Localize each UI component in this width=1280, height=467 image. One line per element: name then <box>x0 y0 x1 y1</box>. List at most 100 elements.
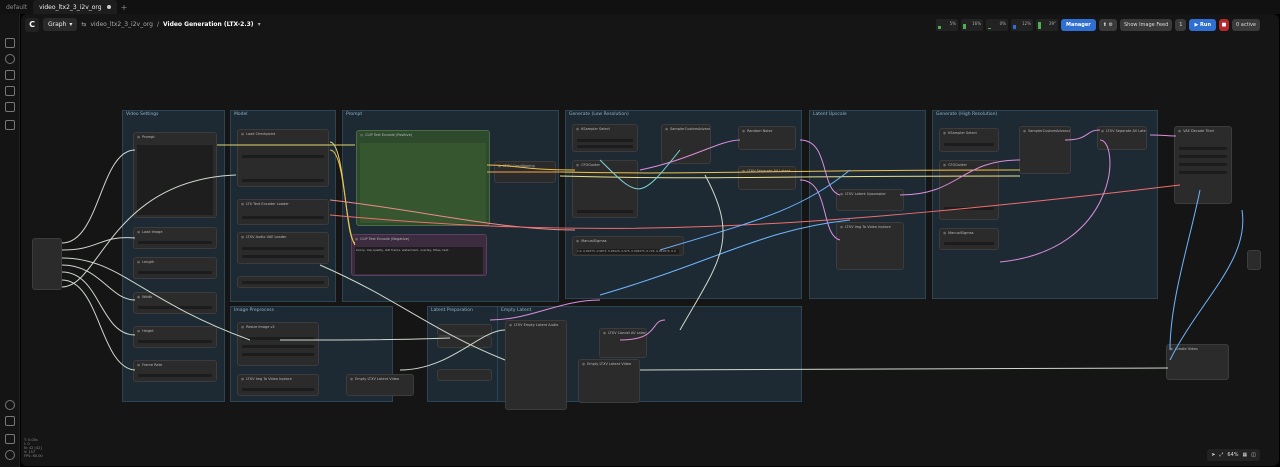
tab-active-workflow[interactable]: video_ltx2_3_i2v_org <box>33 0 117 14</box>
node-sigmas-high[interactable]: ManualSigmas <box>939 228 999 250</box>
swap-icon[interactable]: ⇆ <box>81 21 86 28</box>
queue-count-input[interactable]: 1 <box>1175 19 1187 31</box>
group-title: Generate (Low Resolution) <box>569 112 629 117</box>
node-height[interactable]: Height <box>133 326 217 348</box>
chevron-down-icon[interactable]: ▾ <box>258 21 261 28</box>
group-title: Video Settings <box>126 112 159 117</box>
stop-icon[interactable]: ■ <box>1219 19 1230 31</box>
terminal-icon[interactable] <box>5 416 15 426</box>
keyboard-icon[interactable] <box>5 434 15 444</box>
graph-canvas[interactable]: Video Settings Model Prompt Generate (Lo… <box>21 14 1279 466</box>
workflow-title[interactable]: Video Generation (LTX-2.3) <box>163 21 254 28</box>
node-prompt[interactable]: Prompt <box>133 132 217 218</box>
node-get-frames[interactable] <box>437 369 492 381</box>
tab-label: video_ltx2_3_i2v_org <box>39 3 102 11</box>
group-title: Empty Latent <box>501 308 532 313</box>
model-library-icon[interactable] <box>5 70 15 80</box>
fit-view-icon[interactable]: ⤢ <box>1219 452 1223 458</box>
node-manual-sigmas[interactable]: ManualSigmas1.0, 0.99375, 0.9875, 0.9812… <box>572 236 684 256</box>
queue-icon[interactable] <box>5 38 15 48</box>
node-empty-latent-video-2[interactable]: Empty LTXV Latent Video <box>578 359 640 403</box>
new-tab-button[interactable]: + <box>117 3 132 12</box>
node-ksampler-high[interactable]: KSampler Select <box>939 128 999 152</box>
manager-tools-button[interactable]: ⬆ ⚙ <box>1098 19 1117 31</box>
node-load-image[interactable]: Load Image <box>133 227 217 249</box>
node-primitive-inputs[interactable] <box>32 238 62 290</box>
ram-meter: 16% <box>961 19 983 31</box>
node-img-to-video-hi[interactable]: LTXV Img To Video Inplace <box>836 222 904 270</box>
node-sampler-high[interactable]: SamplerCustomAdvanced <box>1019 126 1071 174</box>
pointer-icon[interactable]: ➤ <box>1211 452 1215 458</box>
graph-mode-button[interactable]: Graph ▾ <box>43 18 78 31</box>
node-frame-rate[interactable]: Frame Rate <box>133 360 217 382</box>
node-checkpoint-2[interactable] <box>237 276 329 288</box>
mode-label: Graph <box>48 21 67 28</box>
workspace-label: default <box>6 3 28 11</box>
node-positive-prompt[interactable]: CLIP Text Encode (Positive) <box>356 130 490 226</box>
canvas-stats: T: 0.00s I: 0 N: 42 [42] V: 157 FPS: 60.… <box>24 438 43 458</box>
comfy-logo-icon[interactable]: C <box>25 17 39 32</box>
cpu-meter: 5% <box>936 19 958 31</box>
node-cfg-guider[interactable]: CFGGuider <box>572 160 638 218</box>
node-separate-low[interactable]: LTXV Separate AV Latent <box>738 166 796 190</box>
zoom-controls: ➤ ⤢ 64% ▦ ◫ <box>1207 449 1260 461</box>
breadcrumb-separator: / <box>156 21 159 28</box>
node-vae-decode[interactable]: VAE Decode Tiled <box>1174 126 1232 204</box>
node-concat-av[interactable]: LTXV Concat AV Latent <box>599 328 647 358</box>
node-library-icon[interactable] <box>5 54 15 64</box>
workspace-tab[interactable]: default <box>0 0 33 14</box>
group-title: Latent Preparation <box>431 308 473 313</box>
unsaved-dot-icon <box>106 5 111 9</box>
node-img-to-video[interactable]: LTXV Img To Video Inplace <box>237 374 319 396</box>
show-image-feed-button[interactable]: Show Image Feed <box>1120 19 1173 31</box>
positive-prompt-textarea[interactable] <box>360 143 486 223</box>
node-save-video[interactable] <box>1247 250 1261 270</box>
manager-button[interactable]: Manager <box>1061 19 1096 31</box>
node-resize-image[interactable]: Resize Image v2 <box>237 322 319 366</box>
vram-meter: 12% <box>1011 19 1033 31</box>
group-title: Generate (High Resolution) <box>936 112 998 117</box>
workflows-icon[interactable] <box>5 86 15 96</box>
group-title: Model <box>234 112 248 117</box>
node-random-noise[interactable]: Random Noise <box>738 126 796 150</box>
templates-icon[interactable] <box>5 102 15 112</box>
zoom-level[interactable]: 64% <box>1227 452 1238 458</box>
assets-icon[interactable] <box>5 120 15 130</box>
node-empty-latent-video[interactable]: Empty LTXV Latent Video <box>346 374 414 396</box>
node-length[interactable]: Length <box>133 257 217 279</box>
gpu-meter: 0% <box>986 19 1008 31</box>
breadcrumb-file[interactable]: video_ltx2_3_i2v_org <box>90 21 152 28</box>
node-text-encoder[interactable]: LTX Text Encoder Loader <box>237 199 329 225</box>
node-cfg-guider-high[interactable]: CFGGuider <box>939 160 999 220</box>
temp-meter: 39° <box>1036 19 1058 31</box>
node-empty-audio[interactable]: LTXV Empty Latent Audio <box>505 320 567 410</box>
node-sampler-low[interactable]: SamplerCustomAdvanced <box>661 124 711 164</box>
settings-gear-icon[interactable] <box>5 450 15 460</box>
node-create-video[interactable]: Create Video <box>1166 344 1229 380</box>
group-title: Prompt <box>346 112 363 117</box>
run-button[interactable]: ▶ Run <box>1189 19 1217 31</box>
node-load-checkpoint[interactable]: Load Checkpoint <box>237 129 329 187</box>
group-title: Image Preprocess <box>234 308 274 313</box>
node-separate-high[interactable]: LTXV Separate AV Latent <box>1097 126 1147 150</box>
negative-prompt-textarea[interactable]: blurry, low quality, still frame, waterm… <box>355 247 483 274</box>
node-get-height[interactable] <box>437 336 492 348</box>
help-icon[interactable] <box>5 400 15 410</box>
sigmas-field[interactable]: 1.0, 0.99375, 0.9875, 0.98125, 0.975, 0.… <box>577 249 679 254</box>
link-visibility-icon[interactable]: ◫ <box>1251 452 1256 458</box>
node-latent-upsampler[interactable]: LTXV Latent Upsampler <box>836 189 904 211</box>
tab-bar: default video_ltx2_3_i2v_org + <box>0 0 1280 14</box>
group-latent-preparation[interactable]: Latent Preparation <box>427 306 502 402</box>
node-ltxv-conditioning[interactable]: LTXV Conditioning <box>494 161 556 183</box>
top-toolbar: C Graph ▾ ⇆ video_ltx2_3_i2v_org / Video … <box>25 17 261 32</box>
group-title: Latent Upscale <box>813 112 847 117</box>
node-negative-prompt[interactable]: CLIP Text Encode (Negative) blurry, low … <box>351 234 487 276</box>
node-ksampler-select[interactable]: KSampler Select <box>572 124 638 152</box>
prompt-textarea[interactable] <box>137 145 213 215</box>
active-queue-button[interactable]: 0 active <box>1232 19 1260 31</box>
node-width[interactable]: Width <box>133 292 217 314</box>
node-get-width[interactable] <box>437 324 492 336</box>
app-window: default video_ltx2_3_i2v_org + Video Set… <box>0 0 1280 467</box>
node-audio-vae[interactable]: LTXV Audio VAE Loader <box>237 232 329 264</box>
minimap-icon[interactable]: ▦ <box>1243 452 1248 458</box>
